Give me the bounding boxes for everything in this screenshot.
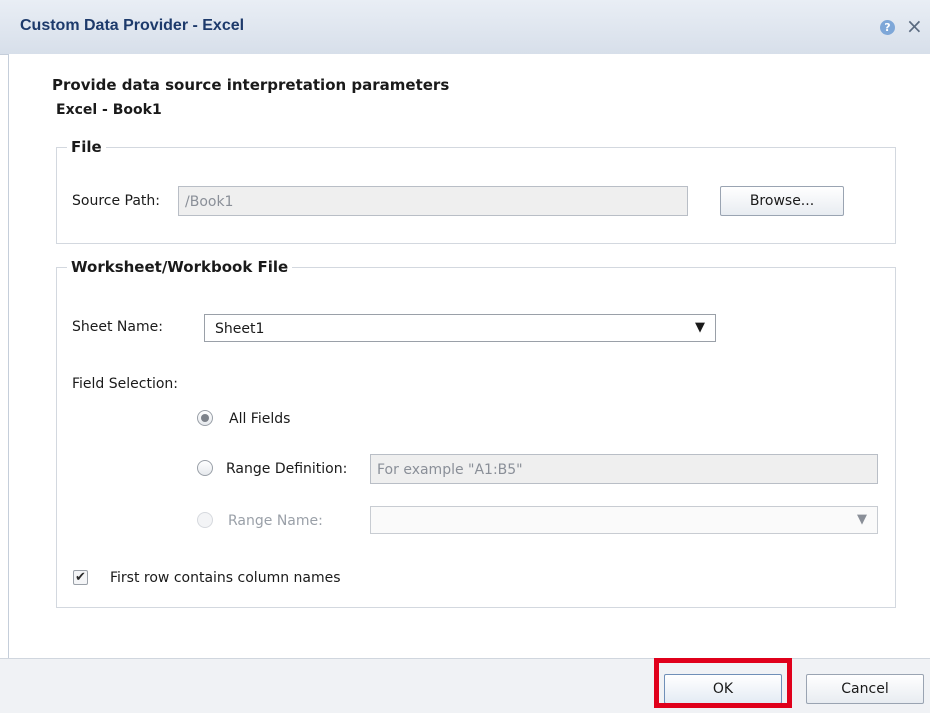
- range-definition-input[interactable]: For example "A1:B5": [370, 454, 878, 484]
- all-fields-radio[interactable]: [197, 410, 213, 426]
- chevron-down-icon: ▼: [695, 320, 705, 335]
- all-fields-label: All Fields: [229, 411, 291, 427]
- chevron-down-icon: ▼: [857, 512, 867, 527]
- help-icon[interactable]: ?: [880, 20, 895, 35]
- range-definition-radio[interactable]: [197, 460, 213, 476]
- browse-button[interactable]: Browse...: [720, 186, 844, 216]
- sheet-name-select[interactable]: Sheet1 ▼: [204, 314, 716, 342]
- worksheet-group: Worksheet/Workbook File: [56, 258, 896, 608]
- dialog-title: Custom Data Provider - Excel: [20, 17, 245, 34]
- range-name-label: Range Name:: [228, 513, 323, 529]
- source-path-label: Source Path:: [72, 193, 161, 209]
- sheet-name-value: Sheet1: [215, 321, 265, 337]
- field-selection-label: Field Selection:: [72, 376, 178, 392]
- range-name-radio: [197, 512, 213, 528]
- file-legend: File: [71, 138, 102, 156]
- range-definition-label: Range Definition:: [226, 461, 348, 477]
- ok-button-highlight: [654, 658, 792, 708]
- dialog-heading: Provide data source interpretation param…: [52, 76, 450, 94]
- first-row-checkbox[interactable]: ✔: [73, 570, 88, 585]
- dialog-titlebar: Custom Data Provider - Excel ? ×: [0, 0, 930, 55]
- cancel-button[interactable]: Cancel: [806, 674, 924, 704]
- source-path-field[interactable]: /Book1: [178, 186, 688, 216]
- datasource-name: Excel - Book1: [56, 102, 162, 118]
- range-name-select: ▼: [370, 506, 878, 534]
- close-icon[interactable]: ×: [906, 14, 923, 38]
- first-row-label: First row contains column names: [110, 570, 341, 586]
- sheet-name-label: Sheet Name:: [72, 319, 163, 335]
- worksheet-legend: Worksheet/Workbook File: [71, 258, 289, 276]
